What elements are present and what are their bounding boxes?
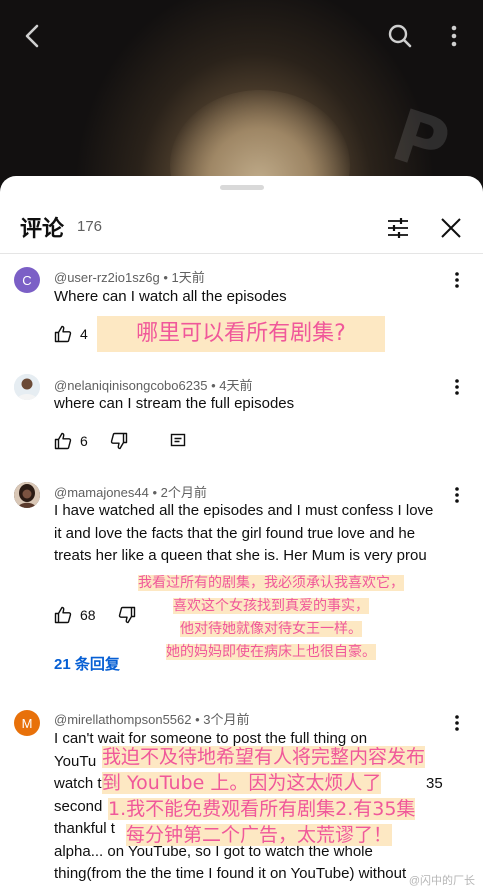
reply-icon: [170, 433, 185, 447]
comments-count: 176: [77, 218, 103, 235]
thumb-up-icon: [54, 606, 72, 624]
translation-overlay-2: 我看过所有的剧集，我必须承认我喜欢它， 喜欢这个女孩找到真爱的事实， 他对待她就…: [112, 572, 430, 664]
comment-author[interactable]: @mamajones44: [54, 485, 149, 500]
comment-text: Where can I watch all the episodes: [54, 288, 287, 305]
avatar[interactable]: [14, 374, 40, 400]
meta-separator: •: [211, 378, 220, 393]
more-vert-icon[interactable]: [447, 268, 467, 292]
thumb-up-icon: [54, 432, 72, 450]
translation-overlay-1: 哪里可以看所有剧集?: [97, 316, 385, 352]
like-button[interactable]: 68: [54, 606, 96, 624]
comments-header: 评论 176: [0, 204, 483, 252]
overlay-line: 我看过所有的剧集，我必须承认我喜欢它，: [138, 575, 404, 591]
overlay-line: 我迫不及待地希望有人将完整内容发布: [102, 746, 426, 768]
comment-line: thing(from the the time I found it on Yo…: [54, 865, 407, 882]
comment-actions: 6: [54, 429, 216, 453]
overlay-line: 她的妈妈即使在病床上也很自豪。: [166, 644, 376, 660]
comment-author[interactable]: @mirellathompson5562: [54, 712, 192, 727]
close-icon[interactable]: [433, 210, 469, 246]
thumb-down-icon: [110, 432, 127, 450]
header-divider: [0, 253, 483, 254]
like-count: 6: [80, 433, 88, 449]
comment-meta: @mirellathompson5562 • 3个月前: [54, 709, 250, 728]
video-watermark-shape: P: [382, 92, 460, 189]
drag-handle[interactable]: [220, 185, 264, 190]
like-count: 68: [80, 607, 96, 623]
dislike-button[interactable]: [110, 432, 136, 450]
comment-author[interactable]: @user-rz2io1sz6g: [54, 270, 160, 285]
avatar-letter: M: [21, 715, 33, 731]
comment-time: 3个月前: [203, 712, 250, 727]
avatar[interactable]: [14, 482, 40, 508]
like-count: 4: [80, 326, 88, 342]
comment-time: 2个月前: [160, 485, 207, 500]
sort-sliders-icon[interactable]: [380, 210, 416, 246]
comments-title: 评论: [20, 217, 65, 242]
comment-text: where can I stream the full episodes: [54, 395, 295, 412]
more-vert-icon[interactable]: [447, 483, 467, 507]
like-button[interactable]: 6: [54, 432, 88, 450]
more-vert-icon[interactable]: [438, 20, 470, 52]
comment-meta: @user-rz2io1sz6g • 1天前: [54, 267, 205, 286]
meta-separator: •: [152, 485, 161, 500]
search-icon[interactable]: [384, 20, 416, 52]
avatar[interactable]: M: [14, 710, 40, 736]
comment-meta: @nelaniqinisongcobo6235 • 4天前: [54, 375, 252, 394]
comment-time: 1天前: [171, 270, 205, 285]
overlay-line: 喜欢这个女孩找到真爱的事实，: [173, 598, 369, 614]
avatar-letter: C: [22, 272, 32, 288]
comment-author[interactable]: @nelaniqinisongcobo6235: [54, 378, 207, 393]
overlay-line: 他对待她就像对待女王一样。: [180, 621, 362, 637]
overlay-line: 每分钟第二个广告，太荒谬了！: [126, 824, 393, 846]
like-button[interactable]: 4: [54, 325, 88, 343]
overlay-line: 到 YouTube 上。因为这太烦人了: [102, 772, 382, 794]
translation-overlay-3: 我迫不及待地希望有人将完整内容发布 到 YouTube 上。因为这太烦人了 1.…: [96, 744, 476, 848]
comment-meta: @mamajones44 • 2个月前: [54, 482, 207, 501]
image-watermark: @闪中的厂长: [408, 875, 475, 887]
thumb-up-icon: [54, 325, 72, 343]
back-arrow-icon[interactable]: [16, 20, 48, 52]
comment-time: 4天前: [219, 378, 253, 393]
overlay-line: 1.我不能免费观看所有剧集2.有35集: [108, 798, 416, 820]
reply-button[interactable]: [170, 433, 194, 449]
avatar-photo: [14, 482, 40, 508]
comment-text: I have watched all the episodes and I mu…: [54, 502, 434, 564]
more-vert-icon[interactable]: [447, 711, 467, 735]
view-replies-link[interactable]: 21 条回复: [54, 653, 120, 674]
avatar-photo: [14, 374, 40, 400]
more-vert-icon[interactable]: [447, 375, 467, 399]
avatar[interactable]: C: [14, 267, 40, 293]
